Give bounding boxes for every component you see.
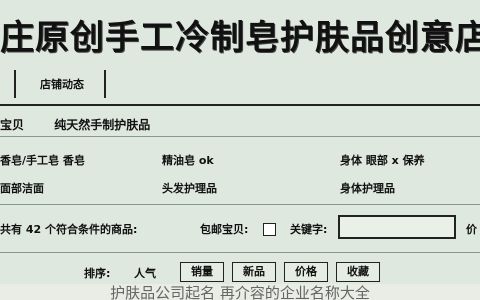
divider xyxy=(0,204,480,205)
keyword-label: 关键字: xyxy=(290,223,328,236)
breadcrumb-item-products[interactable]: 宝贝 xyxy=(0,118,24,132)
category-link[interactable]: 面部洁面 xyxy=(0,180,44,196)
keyword-input[interactable] xyxy=(338,215,456,239)
tab-separator xyxy=(104,70,106,98)
overlay-caption: 护肤品公司起名 再介容的企业名称大全 xyxy=(0,284,480,300)
sort-by-new-button[interactable]: 新品 xyxy=(232,262,276,282)
price-label: 价 xyxy=(466,223,477,236)
category-link[interactable]: 身体 眼部 x 保养 xyxy=(340,152,425,168)
category-link[interactable]: 精油皂 ok xyxy=(162,152,214,168)
sort-label: 排序: xyxy=(84,267,111,280)
filter-row: 共有 42 个符合条件的商品: 包邮宝贝: 关键字: 价 xyxy=(0,212,480,242)
divider xyxy=(0,136,480,137)
tab-separator xyxy=(14,70,16,98)
divider xyxy=(0,104,480,106)
sort-popularity[interactable]: 人气 xyxy=(134,265,156,281)
result-count: 共有 42 个符合条件的商品: xyxy=(0,223,138,236)
tab-store-news[interactable]: 店铺动态 xyxy=(40,76,84,92)
category-link[interactable]: 香皂/手工皂 香皂 xyxy=(0,152,85,168)
sort-by-sales-button[interactable]: 销量 xyxy=(180,262,224,282)
category-link[interactable]: 身体护理品 xyxy=(340,180,395,196)
divider xyxy=(0,252,480,253)
free-shipping-checkbox[interactable] xyxy=(263,223,276,236)
breadcrumb-item-category[interactable]: 纯天然手制护肤品 xyxy=(54,118,150,132)
sort-by-favorites-button[interactable]: 收藏 xyxy=(336,262,380,282)
sort-by-price-button[interactable]: 价格 xyxy=(284,262,328,282)
tab-bar: 店铺动态 xyxy=(0,68,480,100)
free-shipping-label: 包邮宝贝: xyxy=(200,223,249,236)
category-link[interactable]: 头发护理品 xyxy=(162,180,217,196)
breadcrumb: 宝贝 纯天然手制护肤品 xyxy=(0,116,176,133)
shop-title: 庄原创手工冷制皂护肤品创意店 xyxy=(0,18,480,58)
sort-bar: 排序: 人气 销量 新品 价格 收藏 xyxy=(0,262,480,282)
